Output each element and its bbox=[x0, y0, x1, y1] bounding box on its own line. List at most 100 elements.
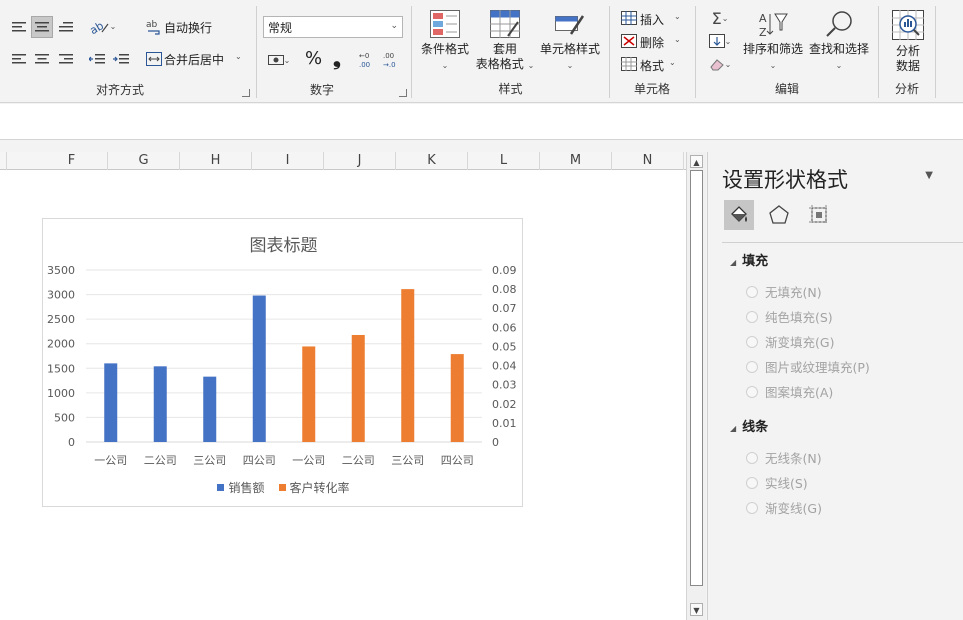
line-option-solid[interactable]: 实线(S) bbox=[746, 473, 808, 492]
legend-item-sales[interactable]: 销售额 bbox=[217, 479, 265, 496]
radio-button[interactable] bbox=[746, 451, 758, 464]
number-format-select[interactable]: 常规 ⌄ bbox=[263, 16, 403, 38]
chart-plot[interactable]: 0 500 1000 1500 2000 2500 3000 3500 0 0.01 0.02 0.0… bbox=[43, 219, 524, 508]
radio-button[interactable] bbox=[746, 335, 758, 348]
format-cells-button[interactable]: 格式 bbox=[640, 57, 664, 74]
line-section-header[interactable]: ◢ 线条 bbox=[730, 416, 768, 435]
cell-styles-button[interactable]: 单元格样式 ⌄ bbox=[538, 10, 602, 73]
option-label: 纯色填充(S) bbox=[765, 310, 833, 325]
merge-center-dropdown-icon[interactable]: ⌄ bbox=[235, 52, 242, 61]
radio-button[interactable] bbox=[746, 285, 758, 298]
line-option-none[interactable]: 无线条(N) bbox=[746, 448, 822, 467]
chevron-down-icon[interactable]: ⌄ bbox=[674, 35, 681, 44]
align-top-icon[interactable] bbox=[8, 16, 30, 38]
option-label: 渐变线(G) bbox=[765, 501, 822, 516]
column-header-g[interactable]: G bbox=[108, 152, 180, 170]
align-left-icon[interactable] bbox=[8, 48, 30, 70]
wrap-text-icon[interactable]: ab bbox=[145, 17, 163, 37]
accounting-format-icon[interactable]: ⌄ bbox=[263, 50, 295, 70]
increase-indent-icon[interactable] bbox=[110, 48, 132, 70]
pane-title: 设置形状格式 bbox=[722, 168, 848, 192]
wrap-text-button[interactable]: 自动换行 bbox=[164, 19, 212, 36]
scroll-thumb[interactable] bbox=[690, 170, 703, 586]
increase-decimal-icon[interactable]: ←0.00 bbox=[356, 48, 376, 70]
column-header-e[interactable]: E bbox=[0, 152, 7, 170]
bar-conversion bbox=[302, 346, 316, 442]
merge-center-icon[interactable] bbox=[145, 50, 163, 68]
column-header-i[interactable]: I bbox=[252, 152, 324, 170]
analyze-data-button[interactable]: 分析 数据 bbox=[886, 10, 930, 74]
chart-area[interactable]: 图表标题 0 500 1000 1500 2000 2500 3000 3500 0 0.01 0.… bbox=[42, 218, 523, 507]
fill-line-tab-icon[interactable] bbox=[724, 200, 754, 230]
format-cells-icon[interactable] bbox=[620, 55, 638, 73]
align-center-icon[interactable] bbox=[31, 48, 53, 70]
chart-legend[interactable]: 销售额 客户转化率 bbox=[43, 479, 524, 496]
insert-cells-button[interactable]: 插入 bbox=[640, 11, 664, 28]
radio-button[interactable] bbox=[746, 310, 758, 323]
format-as-table-label-2: 表格格式 bbox=[475, 57, 524, 71]
formula-bar[interactable] bbox=[0, 104, 963, 140]
fill-option-none[interactable]: 无填充(N) bbox=[746, 282, 822, 301]
vertical-scrollbar[interactable]: ▲ ▼ bbox=[686, 152, 706, 620]
column-header-h[interactable]: H bbox=[180, 152, 252, 170]
column-header-f[interactable]: F bbox=[36, 152, 108, 170]
collapse-triangle-icon: ◢ bbox=[730, 258, 737, 267]
sort-filter-button[interactable]: AZ 排序和筛选 ⌄ bbox=[742, 10, 804, 73]
fill-down-icon[interactable]: ⌄ bbox=[704, 32, 736, 50]
effects-tab-icon[interactable] bbox=[764, 200, 794, 230]
chevron-down-icon[interactable]: ⌄ bbox=[674, 12, 681, 21]
delete-cells-button[interactable]: 删除 bbox=[640, 34, 664, 51]
size-properties-tab-icon[interactable] bbox=[804, 200, 834, 230]
fill-option-picture[interactable]: 图片或纹理填充(P) bbox=[746, 357, 870, 376]
cell-styles-label: 单元格样式 bbox=[539, 42, 600, 56]
decrease-indent-icon[interactable] bbox=[86, 48, 108, 70]
legend-swatch-conversion bbox=[278, 484, 286, 491]
scroll-up-icon[interactable]: ▲ bbox=[690, 155, 703, 168]
legend-item-conversion[interactable]: 客户转化率 bbox=[278, 479, 350, 496]
merge-center-button[interactable]: 合并后居中 bbox=[164, 51, 224, 68]
fill-section-header[interactable]: ◢ 填充 bbox=[730, 250, 768, 269]
column-header-row: E F G H I J K L M N bbox=[0, 152, 686, 170]
conditional-format-button[interactable]: 条件格式 ⌄ bbox=[416, 10, 474, 73]
radio-button[interactable] bbox=[746, 476, 758, 489]
radio-button[interactable] bbox=[746, 501, 758, 514]
styles-group-label: 样式 bbox=[498, 82, 523, 96]
editing-group-label: 编辑 bbox=[774, 82, 799, 96]
radio-button[interactable] bbox=[746, 360, 758, 373]
format-as-table-button[interactable]: 套用 表格格式 ⌄ bbox=[474, 10, 536, 73]
delete-cells-icon[interactable] bbox=[620, 32, 638, 50]
orientation-icon[interactable]: ab ⌄ bbox=[86, 14, 120, 38]
column-header-m[interactable]: M bbox=[540, 152, 612, 170]
alignment-group-label: 对齐方式 bbox=[95, 83, 144, 97]
svg-text:→.0: →.0 bbox=[383, 61, 396, 68]
search-icon bbox=[823, 10, 855, 38]
y-left-tick-label: 500 bbox=[54, 411, 75, 424]
decrease-decimal-icon[interactable]: .00 →.0 bbox=[380, 48, 402, 70]
number-launcher-icon[interactable] bbox=[399, 89, 407, 97]
insert-cells-icon[interactable] bbox=[620, 9, 638, 27]
column-header-l[interactable]: L bbox=[468, 152, 540, 170]
fill-option-solid[interactable]: 纯色填充(S) bbox=[746, 307, 833, 326]
find-select-button[interactable]: 查找和选择 ⌄ bbox=[806, 10, 872, 73]
align-right-icon[interactable] bbox=[55, 48, 77, 70]
x-tick-label: 四公司 bbox=[243, 454, 276, 467]
pane-options-dropdown-icon[interactable]: ▼ bbox=[925, 170, 933, 181]
alignment-group: ab ⌄ ab 自动换行 合并后居中 ⌄ 对齐方式 bbox=[0, 0, 256, 103]
conditional-format-icon bbox=[430, 10, 460, 38]
chevron-down-icon[interactable]: ⌄ bbox=[669, 58, 676, 67]
alignment-launcher-icon[interactable] bbox=[242, 89, 250, 97]
column-header-j[interactable]: J bbox=[324, 152, 396, 170]
column-header-k[interactable]: K bbox=[396, 152, 468, 170]
fill-option-gradient[interactable]: 渐变填充(G) bbox=[746, 332, 834, 351]
align-middle-icon[interactable] bbox=[31, 16, 53, 38]
radio-button[interactable] bbox=[746, 385, 758, 398]
scroll-down-icon[interactable]: ▼ bbox=[690, 603, 703, 616]
column-header-n[interactable]: N bbox=[612, 152, 684, 170]
line-option-gradient[interactable]: 渐变线(G) bbox=[746, 498, 822, 517]
clear-eraser-icon[interactable]: ⌄ bbox=[704, 55, 736, 73]
comma-style-button[interactable]: ❟ bbox=[333, 46, 341, 70]
align-bottom-icon[interactable] bbox=[55, 16, 77, 38]
fill-option-pattern[interactable]: 图案填充(A) bbox=[746, 382, 833, 401]
percent-style-button[interactable]: % bbox=[305, 48, 322, 69]
autosum-icon[interactable]: Σ ⌄ bbox=[704, 9, 736, 28]
